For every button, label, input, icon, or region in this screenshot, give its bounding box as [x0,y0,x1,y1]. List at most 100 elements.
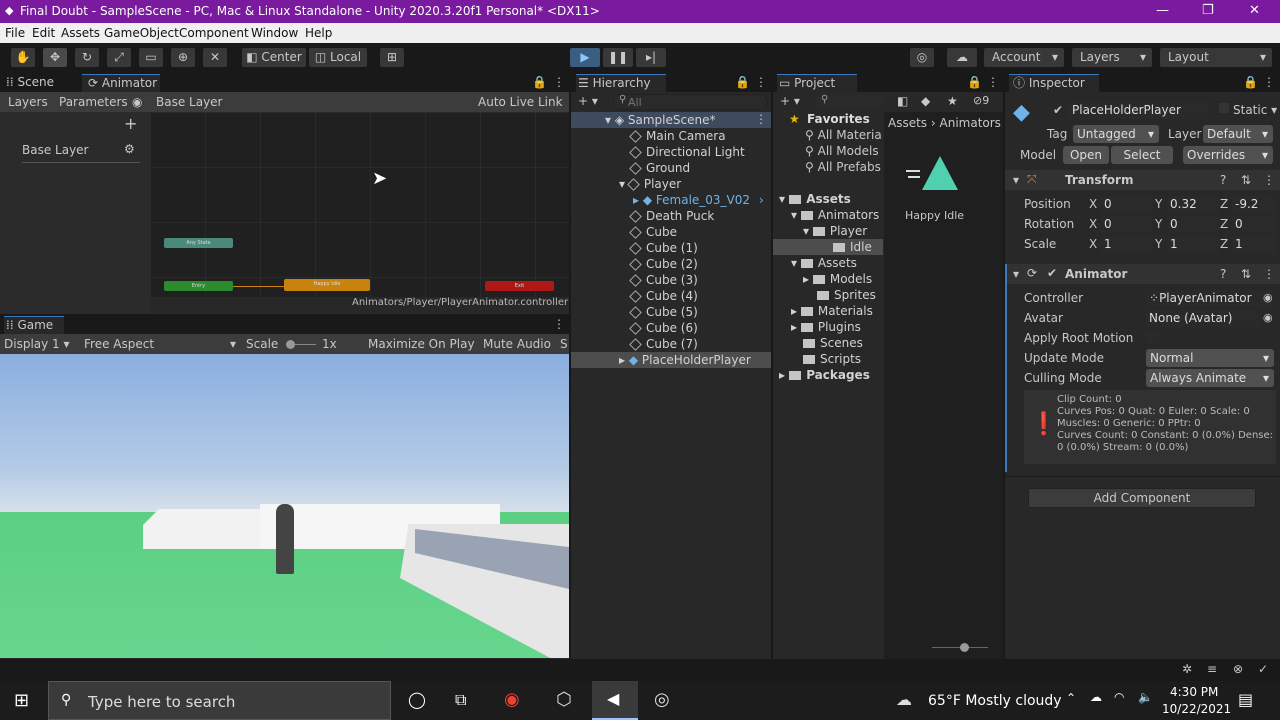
scale-z-field[interactable]: 1 [1232,236,1276,253]
tab-scene[interactable]: ⁞⁞ Scene [6,74,76,92]
scale-y-field[interactable]: 1 [1167,236,1219,253]
scale-tool-icon[interactable]: ⤢ [107,48,131,67]
space-local-button[interactable]: ◫ Local [309,48,367,67]
close-icon[interactable]: ✕ [1249,3,1260,18]
model-open-button[interactable]: Open [1063,146,1109,164]
hier-item-cube-1[interactable]: Cube (1) [629,240,698,256]
hier-item-death-puck[interactable]: Death Puck [629,208,714,224]
position-y-field[interactable]: 0.32 [1167,196,1219,213]
node-happy-idle[interactable]: Happy Idle [284,279,370,291]
tab-project[interactable]: ▭ Project [777,74,857,92]
fav-all-models[interactable]: ⚲ All Models [805,144,879,158]
add-layer-icon[interactable]: + [124,114,137,133]
model-select-button[interactable]: Select [1111,146,1173,164]
layout-dropdown[interactable]: Layout ▾ [1160,48,1272,67]
breadcrumb-assets[interactable]: Assets [888,116,927,130]
layers-tab[interactable]: Layers [8,95,48,109]
overrides-dropdown[interactable]: Overrides ▾ [1183,146,1273,164]
filter-type-icon[interactable]: ◧ [897,94,908,108]
static-dropdown[interactable]: Static ▾ [1233,103,1277,117]
node-exit[interactable]: Exit [485,281,554,291]
display-dropdown[interactable]: Display 1 ▾ [4,337,70,351]
tree-assets[interactable]: ▾ Assets [779,191,851,207]
create-asset-button[interactable]: + ▾ [780,94,800,108]
hierarchy-search-input[interactable] [613,94,768,110]
tree-assets-sub[interactable]: ▾ Assets [791,255,857,271]
fav-all-prefabs[interactable]: ⚲ All Prefabs [805,160,881,174]
tree-animators[interactable]: ▾ Animators [791,207,879,223]
tab-hierarchy[interactable]: ☰ Hierarchy [576,74,666,92]
hidden-packages-badge[interactable]: ⊘9 [973,94,989,107]
tree-plugins[interactable]: ▸ Plugins [791,319,861,335]
more-menu-icon[interactable]: ⋮ [1263,75,1275,89]
wifi-icon[interactable]: ◠ [1114,690,1124,704]
minimize-icon[interactable]: — [1156,3,1169,18]
hier-item-cube-5[interactable]: Cube (5) [629,304,698,320]
fav-all-materials[interactable]: ⚲ All Materia [805,128,882,142]
rect-tool-icon[interactable]: ▭ [139,48,163,67]
account-dropdown[interactable]: Account ▾ [984,48,1064,67]
hier-item-cube-3[interactable]: Cube (3) [629,272,698,288]
eye-icon[interactable]: ◉ [132,95,142,109]
asset-label[interactable]: Happy Idle [905,209,964,222]
layer-slider[interactable] [22,162,140,163]
static-checkbox[interactable] [1219,103,1229,113]
clock-date[interactable]: 10/22/2021 [1162,702,1231,716]
position-z-field[interactable]: -9.2 [1232,196,1276,213]
rotation-x-field[interactable]: 0 [1101,216,1153,233]
stats-toggle[interactable]: S [560,337,568,351]
animator-graph[interactable]: Any State Entry Happy Idle Exit ➤ [150,112,569,297]
hier-item-cube-7[interactable]: Cube (7) [629,336,698,352]
hier-item-player[interactable]: ▾ Player [619,176,681,192]
position-x-field[interactable]: 0 [1101,196,1153,213]
menu-file[interactable]: File [5,26,25,40]
preset-icon[interactable]: ⇅ [1241,267,1251,281]
hier-item-main-camera[interactable]: Main Camera [629,128,726,144]
cortana-icon[interactable]: ◯ [408,690,426,709]
lock-icon[interactable]: 🔒 [735,75,750,89]
transform-tool-icon[interactable]: ⊕ [171,48,195,67]
onedrive-icon[interactable]: ☁ [1090,690,1102,704]
grid-snap-icon[interactable]: ⊞ [380,48,404,67]
chrome-icon[interactable]: ◉ [504,689,520,710]
enabled-checkbox[interactable]: ✔ [1047,266,1057,280]
rotate-tool-icon[interactable]: ↻ [75,48,99,67]
icon-size-handle[interactable] [960,643,969,652]
tag-dropdown[interactable]: Untagged ▾ [1073,125,1159,143]
tree-scenes[interactable]: Scenes [803,335,863,351]
stack-icon[interactable]: ≡ [1207,662,1217,676]
task-view-icon[interactable]: ⧉ [455,690,466,710]
menu-assets[interactable]: Assets [61,26,100,40]
scale-x-field[interactable]: 1 [1101,236,1153,253]
more-menu-icon[interactable]: ⋮ [553,317,565,331]
taskbar-search-box[interactable]: ⚲ Type here to search [48,681,391,720]
step-button[interactable]: ▸| [636,48,666,67]
scale-slider[interactable] [286,340,316,349]
weather-text[interactable]: 65°F Mostly cloudy [928,693,1062,709]
unity-editor-task[interactable]: ◀ [592,681,638,720]
grid-icon[interactable]: ⊗ [1233,662,1243,676]
tab-game[interactable]: ⁞⁞ Game [4,316,64,334]
collab-icon[interactable]: ◎ [910,48,934,67]
more-menu-icon[interactable]: ⋮ [1263,267,1275,281]
lock-icon[interactable]: 🔒 [967,75,982,89]
unity-hub-icon[interactable]: ⬡ [556,689,572,710]
layer-dropdown[interactable]: Default ▾ [1203,125,1273,143]
transform-header[interactable]: ▾ ⤧ Transform ? ⇅ ⋮ [1005,170,1280,190]
menu-edit[interactable]: Edit [32,26,55,40]
preset-icon[interactable]: ⇅ [1241,173,1251,187]
aspect-dropdown[interactable]: Free Aspect ▾ [84,337,238,351]
clock-time[interactable]: 4:30 PM [1170,685,1218,699]
rotation-z-field[interactable]: 0 [1232,216,1276,233]
layers-dropdown[interactable]: Layers ▾ [1072,48,1152,67]
hand-tool-icon[interactable]: ✋ [11,48,35,67]
update-mode-dropdown[interactable]: Normal ▾ [1146,349,1274,367]
icon-size-slider[interactable] [932,643,988,652]
layer-item-base[interactable]: Base Layer [22,143,89,157]
animator-breadcrumb[interactable]: Base Layer [156,95,223,109]
more-menu-icon[interactable]: ⋮ [755,75,767,89]
animation-clip-icon[interactable] [906,156,958,196]
mute-audio-toggle[interactable]: Mute Audio [483,337,551,351]
tab-inspector[interactable]: ⓘ Inspector [1009,74,1099,92]
player-character[interactable] [276,504,294,574]
